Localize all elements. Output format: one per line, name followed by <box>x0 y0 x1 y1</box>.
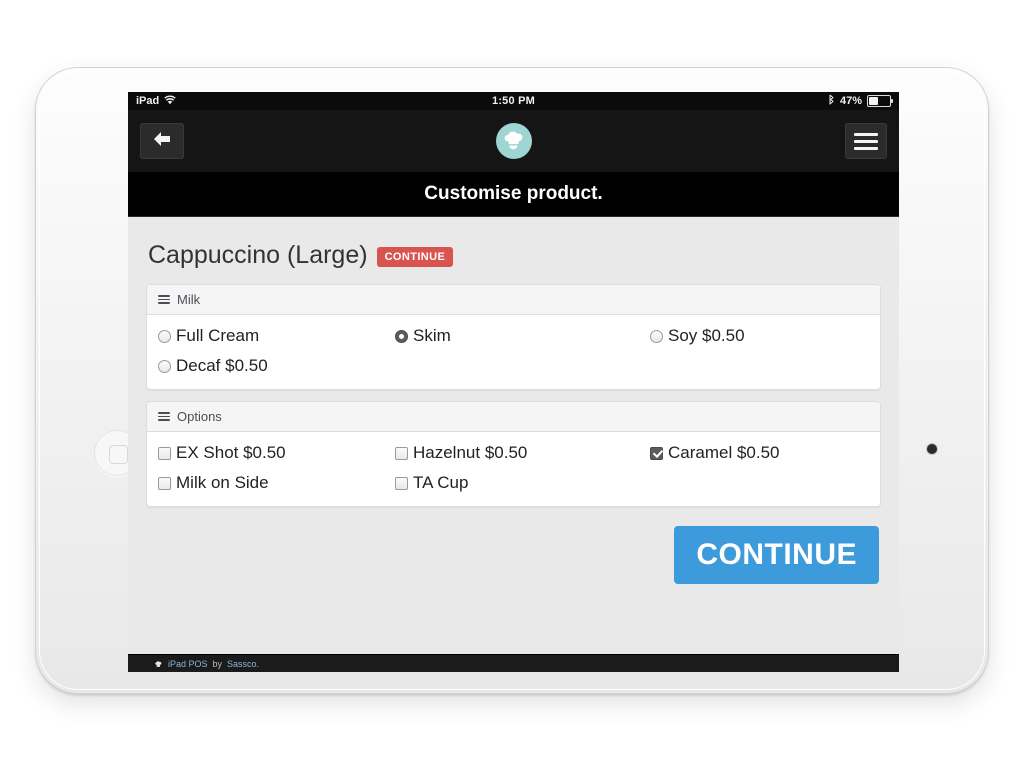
footer-by: by <box>212 659 223 669</box>
panel-milk-title: Milk <box>177 292 201 307</box>
footer-app-name: iPad POS <box>168 659 208 669</box>
milk-option-label: Skim <box>413 326 451 345</box>
panel-options-title: Options <box>177 409 222 424</box>
hamburger-menu-icon[interactable] <box>845 123 887 159</box>
milk-option-full-cream[interactable]: Full Cream <box>158 326 395 346</box>
status-bar-right: 47% <box>828 94 893 108</box>
option-label: Hazelnut $0.50 <box>413 443 528 462</box>
option-label: Milk on Side <box>176 473 269 492</box>
front-camera <box>927 444 937 454</box>
milk-option-label: Soy $0.50 <box>668 326 745 345</box>
page-content: Cappuccino (Large) CONTINUE Milk Full Cr… <box>128 217 899 672</box>
app-footer: iPad POS by Sassco. <box>128 654 899 672</box>
screenshot-root: iPad 1:50 PM 47% Customise product. Capp… <box>0 0 1024 768</box>
panel-options-heading: Options <box>147 402 880 432</box>
checkbox-icon[interactable] <box>158 446 171 460</box>
option-ta-cup[interactable]: TA Cup <box>395 473 632 493</box>
panel-milk-body: Full Cream Skim Soy $0.50 Decaf $0.50 <box>147 315 880 389</box>
panel-options: Options EX Shot $0.50 Hazelnut $0.50 Car… <box>146 401 881 507</box>
radio-icon[interactable] <box>650 329 663 343</box>
app-nav-bar <box>128 110 899 172</box>
option-label: TA Cup <box>413 473 469 492</box>
product-name: Cappuccino (Large) <box>148 241 368 269</box>
continue-button-row: CONTINUE <box>146 518 881 584</box>
extras-options-grid: EX Shot $0.50 Hazelnut $0.50 Caramel $0.… <box>158 443 869 493</box>
checkbox-icon[interactable] <box>158 476 171 490</box>
milk-option-label: Full Cream <box>176 326 260 345</box>
milk-option-soy[interactable]: Soy $0.50 <box>632 326 869 346</box>
radio-icon-checked[interactable] <box>395 329 408 343</box>
option-label: Caramel $0.50 <box>668 443 780 462</box>
milk-option-skim[interactable]: Skim <box>395 326 632 346</box>
option-milk-on-side[interactable]: Milk on Side <box>158 473 395 493</box>
product-header: Cappuccino (Large) CONTINUE <box>146 217 881 284</box>
list-icon <box>158 412 170 421</box>
checkbox-icon[interactable] <box>395 476 408 490</box>
option-ex-shot[interactable]: EX Shot $0.50 <box>158 443 395 463</box>
option-label: EX Shot $0.50 <box>176 443 286 462</box>
option-hazelnut[interactable]: Hazelnut $0.50 <box>395 443 632 463</box>
battery-percent-label: 47% <box>839 95 862 107</box>
checkbox-icon-checked[interactable] <box>650 446 663 460</box>
continue-badge[interactable]: CONTINUE <box>376 247 454 267</box>
checkbox-icon[interactable] <box>395 446 408 460</box>
panel-options-body: EX Shot $0.50 Hazelnut $0.50 Caramel $0.… <box>147 432 880 506</box>
radio-icon[interactable] <box>158 329 171 343</box>
option-caramel[interactable]: Caramel $0.50 <box>632 443 869 463</box>
back-button[interactable] <box>140 123 184 159</box>
page-title: Customise product. <box>128 172 899 217</box>
milk-options-grid: Full Cream Skim Soy $0.50 Decaf $0.50 <box>158 326 869 376</box>
status-bar-time: 1:50 PM <box>492 95 535 107</box>
radio-icon[interactable] <box>158 359 171 373</box>
panel-milk: Milk Full Cream Skim Soy $0.50 Decaf $0.… <box>146 284 881 390</box>
chef-hat-logo-icon[interactable] <box>495 123 532 159</box>
chef-hat-icon <box>154 660 163 669</box>
list-icon <box>158 295 170 304</box>
ipad-screen: iPad 1:50 PM 47% Customise product. Capp… <box>128 92 899 672</box>
panel-milk-heading: Milk <box>147 285 880 315</box>
footer-company: Sassco. <box>227 659 260 669</box>
ios-status-bar: iPad 1:50 PM 47% <box>128 92 899 110</box>
milk-option-label: Decaf $0.50 <box>176 356 268 375</box>
continue-button[interactable]: CONTINUE <box>674 526 879 584</box>
back-arrow-icon <box>151 130 173 153</box>
milk-option-decaf[interactable]: Decaf $0.50 <box>158 356 395 376</box>
bluetooth-icon <box>828 94 835 108</box>
battery-icon <box>867 95 893 107</box>
